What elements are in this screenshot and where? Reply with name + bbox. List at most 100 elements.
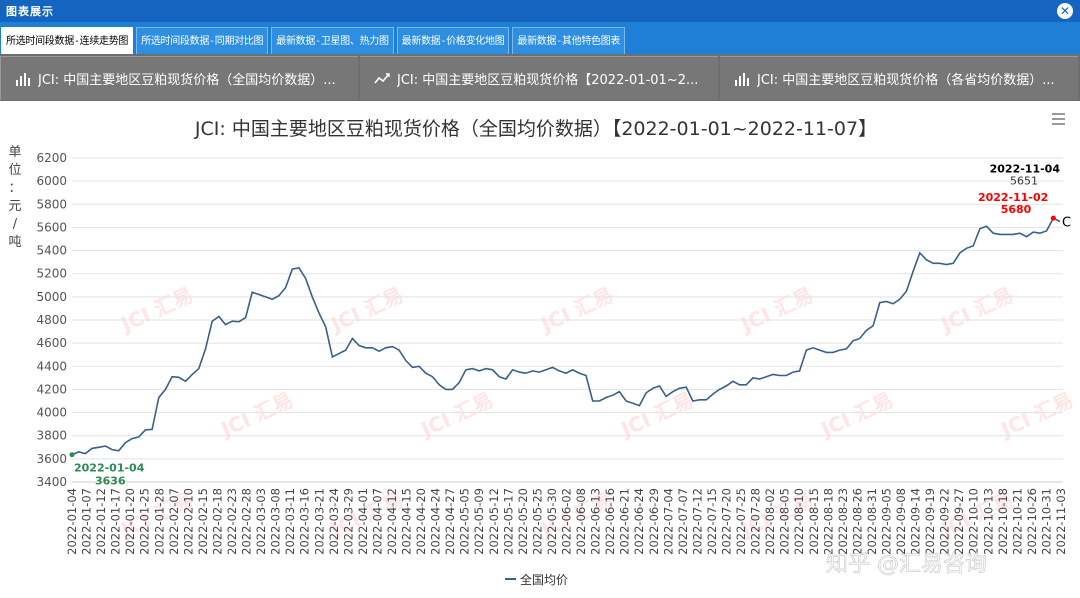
watermark-logo: JCI 汇易: [325, 283, 406, 338]
x-tick-label: 2022-07-28: [749, 488, 763, 555]
x-tick-label: 2022-05-25: [530, 488, 544, 555]
legend-label: 全国均价: [520, 572, 568, 587]
x-tick-label: 2022-03-16: [298, 488, 312, 555]
x-tick-label: 2022-02-28: [240, 488, 254, 555]
chart-area: JCI 汇易 JCI 汇易 JCI 汇易 JCI 汇易 JCI 汇易 JCI 汇易 JCI …: [0, 101, 1080, 598]
y-axis-label-char: 吨: [8, 235, 21, 250]
x-tick-label: 2022-07-07: [676, 488, 690, 555]
x-tick-label: 2022-04-24: [429, 488, 443, 555]
x-tick-label: 2022-08-15: [807, 488, 821, 555]
last-point-value: 5651: [1010, 175, 1038, 188]
y-tick-label: 6200: [36, 151, 67, 165]
y-axis-label-char: /: [13, 217, 18, 232]
min-point-marker: [69, 452, 75, 458]
x-tick-label: 2022-01-28: [152, 488, 166, 555]
watermark-logo: JCI 汇易: [535, 283, 616, 338]
x-tick-label: 2022-01-17: [109, 488, 123, 555]
last-point-marker: C: [1062, 216, 1071, 231]
x-tick-label: 2022-02-18: [210, 488, 224, 555]
x-tick-label: 2022-02-15: [196, 488, 210, 555]
x-tick-label: 2022-02-10: [181, 488, 195, 555]
y-tick-label: 5000: [36, 290, 67, 304]
close-icon[interactable]: ✕: [1057, 3, 1073, 19]
x-tick-label: 2022-11-03: [1054, 488, 1068, 555]
y-tick-label: 3800: [36, 429, 67, 443]
subtab-date-range[interactable]: JCI: 中国主要地区豆粕现货价格【2022-01-01~2...: [360, 56, 718, 100]
subtab-label: JCI: 中国主要地区豆粕现货价格（各省均价数据）...: [757, 73, 1055, 88]
x-tick-label: 2022-06-21: [618, 488, 632, 555]
x-tick-label: 2022-09-22: [938, 488, 952, 555]
window-title: 图表展示: [6, 5, 54, 18]
source-watermark: 知乎 @汇易咨询: [826, 552, 987, 577]
x-tick-label: 2022-02-23: [225, 488, 239, 555]
y-tick-label: 5600: [36, 220, 67, 234]
x-tick-label: 2022-06-08: [574, 488, 588, 555]
x-tick-label: 2022-09-14: [909, 488, 923, 555]
x-tick-label: 2022-07-20: [719, 488, 733, 555]
legend[interactable]: 全国均价: [505, 572, 568, 587]
tab-other-charts[interactable]: 最新数据-其他特色图表: [512, 27, 626, 54]
x-tick-label: 2022-05-20: [516, 488, 530, 555]
y-tick-label: 4600: [36, 336, 67, 350]
x-tick-label: 2022-03-03: [254, 488, 268, 555]
x-tick-label: 2022-04-12: [385, 488, 399, 555]
tab-continuous-trend[interactable]: 所选时间段数据-连续走势图: [1, 27, 134, 54]
x-tick-label: 2022-01-20: [123, 488, 137, 555]
y-axis-label-char: ：: [8, 181, 21, 196]
x-tick-label: 2022-01-25: [138, 488, 152, 555]
y-tick-label: 4200: [36, 382, 67, 396]
x-tick-label: 2022-08-31: [865, 488, 879, 555]
max-point-marker: [1050, 215, 1056, 221]
x-tick-label: 2022-10-31: [1039, 488, 1053, 555]
y-tick-label: 4800: [36, 313, 67, 327]
y-tick-label: 5400: [36, 244, 67, 258]
watermark-logo: JCI 汇易: [415, 388, 496, 443]
x-tick-label: 2022-09-08: [894, 488, 908, 555]
subtab-provincial-average[interactable]: JCI: 中国主要地区豆粕现货价格（各省均价数据）...: [720, 56, 1078, 100]
x-tick-label: 2022-05-30: [545, 488, 559, 555]
max-point-value: 5680: [1001, 203, 1032, 216]
x-tick-label: 2022-08-05: [778, 488, 792, 555]
x-tick-label: 2022-04-20: [414, 488, 428, 555]
x-tick-label: 2022-05-05: [458, 488, 472, 555]
watermark-logo: JCI 汇易: [115, 283, 196, 338]
y-tick-label: 4000: [36, 406, 67, 420]
x-tick-label: 2022-07-25: [734, 488, 748, 555]
line-chart-icon: [374, 72, 390, 83]
subtab-national-average[interactable]: JCI: 中国主要地区豆粕现货价格（全国均价数据）...: [0, 56, 358, 100]
x-tick-label: 2022-08-18: [821, 488, 835, 555]
x-tick-label: 2022-04-01: [356, 488, 370, 555]
y-axis-label: 单位 ： 元 / 吨: [8, 145, 21, 250]
min-point-date: 2022-01-04: [74, 462, 145, 475]
x-tick-label: 2022-08-23: [836, 488, 850, 555]
bar-chart-icon: [16, 72, 30, 86]
y-axis-ticks: 3400 3600 3800 4000 4200 4400 4600 4800 5000 5200…: [36, 151, 67, 489]
subtab-label: JCI: 中国主要地区豆粕现货价格（全国均价数据）...: [38, 73, 336, 88]
x-tick-label: 2022-10-10: [967, 488, 981, 555]
x-tick-label: 2022-01-12: [94, 488, 108, 555]
tab-price-change-map[interactable]: 最新数据-价格变化地图: [396, 27, 510, 54]
tab-period-comparison[interactable]: 所选时间段数据-同期对比图: [136, 27, 269, 54]
chart-subtabs: JCI: 中国主要地区豆粕现货价格（全国均价数据）... JCI: 中国主要地区…: [0, 54, 1080, 101]
x-tick-label: 2022-04-27: [443, 488, 457, 555]
x-tick-label: 2022-09-27: [952, 488, 966, 555]
x-tick-label: 2022-06-29: [647, 488, 661, 555]
grid-lines: [72, 157, 1063, 483]
x-tick-label: 2022-07-15: [705, 488, 719, 555]
chart-title: JCI: 中国主要地区豆粕现货价格（全国均价数据）【2022-01-01~202…: [194, 118, 877, 140]
x-tick-label: 2022-07-04: [661, 488, 675, 555]
y-tick-label: 6000: [36, 174, 67, 188]
menu-icon[interactable]: [1052, 113, 1065, 125]
x-tick-label: 2022-03-21: [312, 488, 326, 555]
x-tick-label: 2022-03-24: [327, 488, 341, 555]
watermark-logo: JCI 汇易: [995, 388, 1076, 443]
y-tick-label: 4400: [36, 359, 67, 373]
x-tick-label: 2022-08-02: [763, 488, 777, 555]
window-titlebar: 图表展示 ✕: [0, 0, 1080, 22]
tab-satellite-heatmap[interactable]: 最新数据-卫星图、热力图: [271, 27, 394, 54]
x-tick-label: 2022-06-16: [603, 488, 617, 555]
watermark-logo: JCI 汇易: [935, 283, 1016, 338]
y-tick-label: 3400: [36, 475, 67, 489]
y-axis-label-char: 元: [8, 199, 21, 214]
x-tick-label: 2022-03-08: [269, 488, 283, 555]
